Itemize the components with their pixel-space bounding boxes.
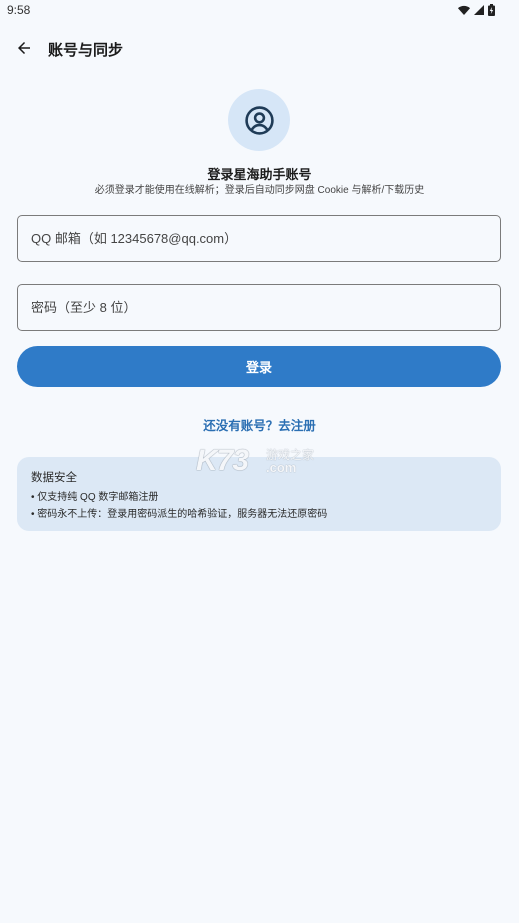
security-item: • 密码永不上传：登录用密码派生的哈希验证，服务器无法还原密码 [31, 509, 328, 520]
login-button[interactable]: 登录 [17, 346, 501, 387]
register-link[interactable]: 还没有账号？去注册 [203, 419, 316, 433]
security-item: • 仅支持纯 QQ 数字邮箱注册 [31, 492, 159, 503]
arrow-left-icon [18, 42, 30, 54]
login-subtitle: 必须登录才能使用在线解析；登录后自动同步网盘 Cookie 与解析/下载历史 [94, 185, 425, 196]
password-input[interactable] [17, 284, 501, 331]
login-button-label: 登录 [245, 360, 272, 375]
status-icons [458, 4, 495, 16]
page-title: 账号与同步 [48, 42, 124, 59]
security-title: 数据安全 [31, 472, 77, 484]
user-circle-icon [244, 105, 274, 135]
wifi-icon [458, 5, 470, 16]
email-input[interactable] [17, 215, 501, 262]
avatar [228, 89, 290, 151]
status-time: 9:58 [7, 3, 31, 17]
battery-charging-icon [488, 4, 495, 16]
back-button[interactable] [13, 37, 35, 59]
register-link-row: 还没有账号？去注册 [0, 415, 519, 434]
security-info-card: 数据安全 • 仅支持纯 QQ 数字邮箱注册 • 密码永不上传：登录用密码派生的哈… [17, 457, 501, 531]
cell-signal-icon [474, 5, 484, 15]
